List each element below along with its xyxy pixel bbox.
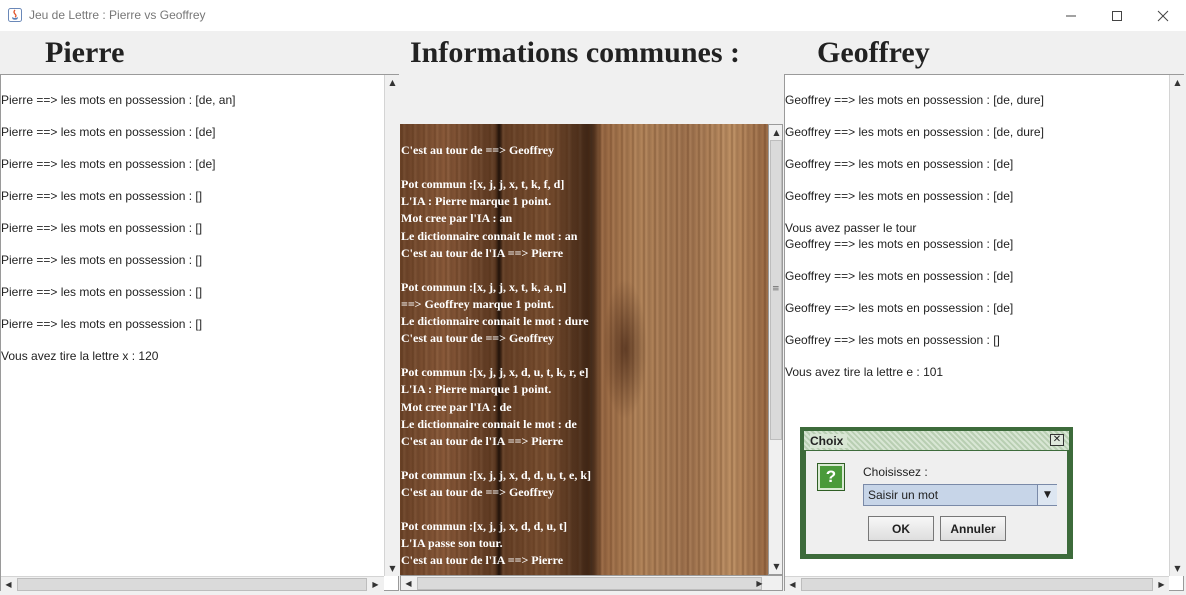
shared-info-line: C'est au tour de ==> Geoffrey: [401, 143, 555, 157]
scroll-right-arrow-icon[interactable]: ▶: [1154, 577, 1169, 592]
close-icon: ✕: [1052, 434, 1062, 445]
java-app-icon: [8, 8, 22, 22]
shared-info-line: C'est au tour de l'IA ==> Pierre: [401, 245, 564, 260]
scroll-up-arrow-icon[interactable]: ▲: [385, 75, 400, 90]
shared-info-line: Le dictionnaire connait le mot : de: [401, 416, 577, 431]
player-left-name: Pierre: [45, 36, 125, 69]
minimize-button[interactable]: [1048, 0, 1094, 31]
left-text-area[interactable]: Pierre ==> les mots en possession : [de,…: [1, 75, 384, 575]
shared-info-line: Pot commun :[x, j, j, x, t, k, a, n]: [401, 279, 567, 294]
left-line: Pierre ==> les mots en possession : []: [1, 285, 203, 299]
shared-info-text-area[interactable]: C'est au tour de ==> Geoffrey Pot commun …: [400, 124, 768, 575]
shared-info-line: C'est au tour de ==> Geoffrey: [401, 331, 555, 346]
shared-info-line: L'IA : Pierre marque 1 point.: [401, 382, 552, 397]
scroll-left-arrow-icon[interactable]: ◀: [401, 576, 416, 591]
maximize-icon: [1112, 10, 1122, 21]
right-hscroll-thumb[interactable]: [801, 578, 1153, 591]
choice-select-value: Saisir un mot: [868, 488, 939, 502]
shared-info-line: Mot cree par l'IA : de: [401, 399, 512, 414]
ok-button[interactable]: OK: [868, 516, 934, 541]
player-right-name: Geoffrey: [817, 36, 930, 69]
right-line: Vous avez passer le tour: [785, 221, 917, 235]
window-title: Jeu de Lettre : Pierre vs Geoffrey: [29, 8, 206, 22]
choice-dialog: Choix ✕ ? Choisissez : Saisir un mot ▼ O…: [800, 427, 1073, 559]
scroll-down-arrow-icon[interactable]: ▼: [769, 559, 784, 574]
scroll-down-arrow-icon[interactable]: ▼: [385, 561, 400, 576]
dialog-close-button[interactable]: ✕: [1050, 434, 1064, 446]
left-line: Pierre ==> les mots en possession : [de]: [1, 125, 216, 139]
right-line: Geoffrey ==> les mots en possession : [d…: [785, 269, 1014, 283]
close-icon: [1157, 10, 1169, 21]
right-line: Geoffrey ==> les mots en possession : [d…: [785, 157, 1014, 171]
right-line: Geoffrey ==> les mots en possession : [d…: [785, 189, 1014, 203]
left-line: Pierre ==> les mots en possession : [de]: [1, 157, 216, 171]
scroll-right-arrow-icon[interactable]: ▶: [752, 576, 767, 591]
shared-info-line: Le dictionnaire connait le mot : dure: [401, 314, 589, 328]
dialog-title: Choix: [810, 434, 848, 448]
maximize-button[interactable]: [1094, 0, 1140, 31]
shared-info-line: Pot commun :[x, j, j, x, t, k, f, d]: [401, 177, 565, 192]
shared-info-line: Pot commun :[x, j, j, x, d, d, u, t, e, …: [401, 467, 591, 482]
left-hscroll-thumb[interactable]: [17, 578, 367, 591]
shared-info-line: ==> Geoffrey marque 1 point.: [401, 296, 555, 311]
shared-info-line: C'est au tour de l'IA ==> Pierre: [401, 553, 564, 568]
close-window-button[interactable]: [1140, 0, 1186, 31]
chevron-down-icon[interactable]: ▼: [1037, 485, 1057, 505]
right-line: Vous avez tire la lettre e : 101: [785, 365, 944, 379]
shared-info-line: L'IA : Pierre marque 1 point.: [401, 194, 552, 209]
right-line: Geoffrey ==> les mots en possession : [d…: [785, 93, 1044, 107]
left-line: Pierre ==> les mots en possession : []: [1, 253, 203, 267]
left-scroll-panel: Pierre ==> les mots en possession : [de,…: [0, 74, 399, 591]
left-line: Pierre ==> les mots en possession : []: [1, 317, 203, 331]
center-hscroll-thumb[interactable]: [417, 577, 762, 590]
right-line: Geoffrey ==> les mots en possession : [d…: [785, 301, 1014, 315]
center-vertical-scrollbar[interactable]: ▲ ≡ ▼: [768, 124, 783, 575]
choose-label: Choisissez :: [863, 465, 928, 479]
shared-info-line: L'IA passe son tour.: [401, 536, 503, 551]
left-line: Pierre ==> les mots en possession : [de,…: [1, 93, 236, 107]
question-icon: ?: [818, 464, 844, 490]
shared-info-line: C'est au tour de l'IA ==> Pierre: [401, 433, 564, 448]
shared-info-line: Pot commun :[x, j, j, x, d, d, u, t]: [401, 519, 567, 534]
center-horizontal-scrollbar[interactable]: ◀ ▶: [400, 575, 783, 591]
cancel-button[interactable]: Annuler: [940, 516, 1006, 541]
right-line: Geoffrey ==> les mots en possession : []: [785, 333, 1000, 347]
shared-info-line: C'est au tour de ==> Geoffrey: [401, 485, 555, 499]
shared-info-line: Mot cree par l'IA : an: [401, 211, 513, 226]
right-vertical-scrollbar[interactable]: ▲ ▼: [1169, 75, 1184, 576]
left-line: Pierre ==> les mots en possession : []: [1, 189, 203, 203]
right-line: Geoffrey ==> les mots en possession : [d…: [785, 125, 1044, 139]
scroll-up-arrow-icon[interactable]: ▲: [1170, 75, 1185, 90]
shared-info-line: Le dictionnaire connait le mot : an: [401, 228, 578, 243]
right-line: Geoffrey ==> les mots en possession : [d…: [785, 237, 1014, 251]
scroll-left-arrow-icon[interactable]: ◀: [1, 577, 16, 592]
scroll-grip-icon: ≡: [772, 284, 780, 294]
scroll-up-arrow-icon[interactable]: ▲: [769, 125, 784, 140]
scroll-down-arrow-icon[interactable]: ▼: [1170, 561, 1185, 576]
left-line: Vous avez tire la lettre x : 120: [1, 349, 159, 363]
window-titlebar: Jeu de Lettre : Pierre vs Geoffrey: [0, 0, 1186, 31]
shared-info-title: Informations communes :: [410, 36, 740, 69]
dialog-body: ? Choisissez : Saisir un mot ▼ OK Annule…: [806, 451, 1067, 554]
minimize-icon: [1066, 15, 1076, 16]
shared-info-line: Pot commun :[x, j, j, x, d, u, t, k, r, …: [401, 365, 589, 380]
scroll-left-arrow-icon[interactable]: ◀: [785, 577, 800, 592]
scroll-right-arrow-icon[interactable]: ▶: [368, 577, 383, 592]
left-vertical-scrollbar[interactable]: ▲ ▼: [384, 75, 399, 576]
left-horizontal-scrollbar[interactable]: ◀ ▶: [1, 576, 384, 591]
center-vscroll-thumb[interactable]: ≡: [770, 140, 782, 440]
right-horizontal-scrollbar[interactable]: ◀ ▶: [785, 576, 1169, 591]
left-line: Pierre ==> les mots en possession : []: [1, 221, 203, 235]
dialog-titlebar[interactable]: Choix ✕: [804, 431, 1069, 450]
choice-select[interactable]: Saisir un mot ▼: [863, 484, 1057, 506]
